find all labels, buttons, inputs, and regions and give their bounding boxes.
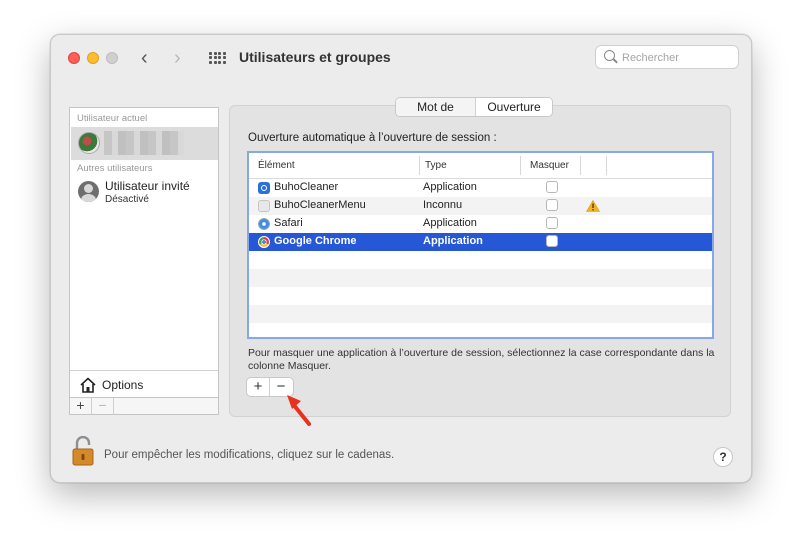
blurred-username [104, 131, 184, 155]
login-items-heading: Ouverture automatique à l’ouverture de s… [248, 132, 497, 144]
column-header-element[interactable]: Élément [258, 160, 295, 171]
zoom-button[interactable] [106, 52, 118, 64]
generic-app-icon [258, 200, 270, 212]
guest-avatar-icon [78, 181, 99, 202]
search-field[interactable] [595, 45, 739, 69]
empty-row [249, 305, 712, 323]
hide-checkbox[interactable] [546, 217, 558, 229]
house-icon [80, 377, 96, 393]
show-all-grid-icon[interactable] [209, 52, 226, 64]
guest-status: Désactivé [105, 194, 149, 205]
empty-row [249, 269, 712, 287]
table-row[interactable]: BuhoCleaner Application [249, 179, 712, 197]
current-user-item[interactable] [71, 127, 218, 160]
row-type: Application [423, 217, 477, 229]
minimize-button[interactable] [87, 52, 99, 64]
tab-bar: Mot de passe Ouverture [395, 97, 553, 117]
close-button[interactable] [68, 52, 80, 64]
table-row-selected[interactable]: Google Chrome Application [249, 233, 712, 251]
search-input[interactable] [620, 48, 736, 68]
tab-login-items[interactable]: Ouverture [476, 98, 552, 116]
row-type: Application [423, 181, 477, 193]
row-type: Application [423, 235, 483, 247]
other-users-header: Autres utilisateurs [77, 163, 153, 174]
hide-checkbox[interactable] [546, 181, 558, 193]
hide-help-text: Pour masquer une application à l’ouvertu… [248, 347, 715, 372]
table-header: Élément Type Masquer [249, 153, 712, 179]
row-name: BuhoCleaner [274, 181, 339, 193]
sidebar-button-bar: + − [69, 397, 219, 415]
hide-checkbox[interactable] [546, 235, 558, 247]
safari-icon [258, 218, 270, 230]
remove-user-button[interactable]: − [92, 398, 114, 414]
row-name: BuhoCleanerMenu [274, 199, 366, 211]
buhocleaner-icon [258, 182, 270, 194]
table-row[interactable]: Safari Application [249, 215, 712, 233]
row-type: Inconnu [423, 199, 463, 211]
red-arrow-annotation [287, 395, 311, 426]
login-items-table[interactable]: Élément Type Masquer BuhoCleaner Applica… [247, 151, 714, 339]
tab-password[interactable]: Mot de passe [396, 98, 476, 116]
help-button[interactable]: ? [713, 447, 733, 467]
forward-chevron-icon[interactable]: › [174, 48, 181, 68]
options-label: Options [102, 378, 144, 392]
chrome-icon [258, 236, 270, 248]
column-header-hide[interactable]: Masquer [530, 160, 569, 171]
sidebar-item-options[interactable]: Options [70, 370, 218, 399]
add-login-item-button[interactable]: + [247, 378, 270, 396]
column-header-type[interactable]: Type [425, 160, 447, 171]
title-bar: ‹ › Utilisateurs et groupes [51, 35, 751, 81]
sidebar-item-guest[interactable]: Utilisateur invité Désactivé [71, 178, 218, 212]
row-name: Google Chrome [274, 235, 357, 247]
current-user-header: Utilisateur actuel [77, 113, 148, 124]
preferences-window: ‹ › Utilisateurs et groupes Utilisateur … [50, 34, 752, 483]
search-icon [604, 50, 615, 61]
lock-icon[interactable] [72, 436, 94, 466]
window-title: Utilisateurs et groupes [239, 49, 391, 65]
back-chevron-icon[interactable]: ‹ [141, 48, 148, 68]
avatar [78, 132, 100, 154]
row-name: Safari [274, 217, 303, 229]
lock-message: Pour empêcher les modifications, cliquez… [104, 449, 395, 461]
hide-checkbox[interactable] [546, 199, 558, 211]
warning-icon [586, 200, 600, 212]
add-user-button[interactable]: + [70, 398, 92, 414]
users-sidebar: Utilisateur actuel Autres utilisateurs U… [69, 107, 219, 415]
guest-name: Utilisateur invité [105, 179, 190, 193]
table-row[interactable]: BuhoCleanerMenu Inconnu [249, 197, 712, 215]
